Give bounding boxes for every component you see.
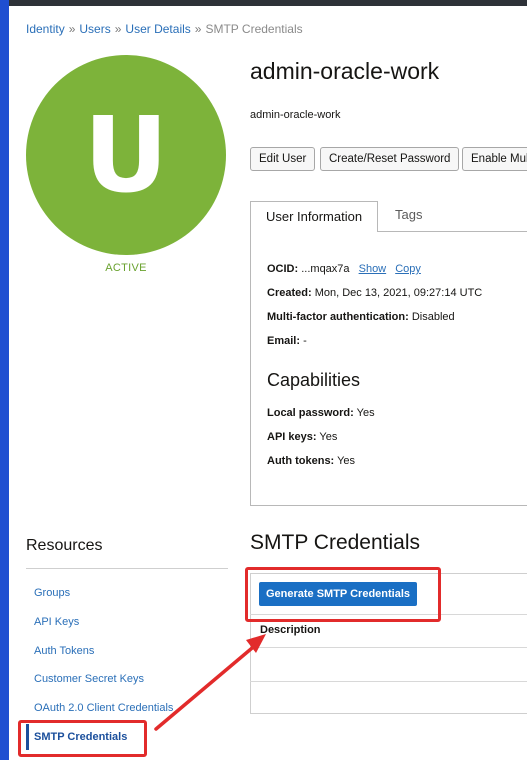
highlight-smtp-menu-item xyxy=(18,720,147,757)
auth-tokens-label: Auth tokens: xyxy=(267,455,335,467)
api-keys-label: API keys: xyxy=(267,431,317,443)
breadcrumb-current: SMTP Credentials xyxy=(205,22,303,36)
resource-link-groups[interactable]: Groups xyxy=(34,587,70,599)
column-header-description[interactable]: Description xyxy=(260,624,321,636)
resource-link-customer-secret-keys[interactable]: Customer Secret Keys xyxy=(34,673,144,685)
api-keys-value: Yes xyxy=(319,431,338,443)
email-label: Email: xyxy=(267,335,301,347)
breadcrumb: Identity» Users» User Details» SMTP Credent… xyxy=(26,22,303,36)
capabilities-heading: Capabilities xyxy=(267,370,361,390)
top-bar xyxy=(0,0,527,6)
window-edge xyxy=(0,0,9,760)
mfa-row: Multi-factor authentication: Disabled xyxy=(267,311,455,323)
detail-tabs: User Information Tags xyxy=(250,201,527,232)
mfa-label: Multi-factor authentication: xyxy=(267,311,409,323)
user-description: admin-oracle-work xyxy=(250,109,341,121)
local-password-row: Local password: Yes xyxy=(267,407,375,419)
created-label: Created: xyxy=(267,287,312,299)
api-keys-row: API keys: Yes xyxy=(267,431,337,443)
local-password-value: Yes xyxy=(356,407,375,419)
created-row: Created: Mon, Dec 13, 2021, 09:27:14 UTC xyxy=(267,287,482,299)
breadcrumb-identity[interactable]: Identity xyxy=(26,22,65,36)
ocid-copy-link[interactable]: Copy xyxy=(395,263,421,275)
page-title: admin-oracle-work xyxy=(250,58,440,84)
local-password-label: Local password: xyxy=(267,407,354,419)
resource-link-auth-tokens[interactable]: Auth Tokens xyxy=(34,645,94,657)
create-reset-password-button[interactable]: Create/Reset Password xyxy=(320,147,460,171)
auth-tokens-value: Yes xyxy=(337,455,356,467)
ocid-show-link[interactable]: Show xyxy=(359,263,387,275)
breadcrumb-separator: » xyxy=(114,22,122,36)
tab-tags[interactable]: Tags xyxy=(395,201,422,232)
resource-link-oauth-client-credentials[interactable]: OAuth 2.0 Client Credentials xyxy=(34,702,173,714)
resources-heading: Resources xyxy=(26,537,103,554)
created-value: Mon, Dec 13, 2021, 09:27:14 UTC xyxy=(314,287,483,299)
email-row: Email: - xyxy=(267,335,307,347)
email-value: - xyxy=(303,335,307,347)
user-avatar: U xyxy=(26,55,226,255)
auth-tokens-row: Auth tokens: Yes xyxy=(267,455,355,467)
resources-divider xyxy=(26,568,228,569)
table-row-divider xyxy=(250,681,527,682)
highlight-generate-button xyxy=(245,567,441,622)
breadcrumb-separator: » xyxy=(68,22,76,36)
breadcrumb-separator: » xyxy=(194,22,202,36)
ocid-value: ...mqax7a xyxy=(301,263,350,275)
tab-user-information[interactable]: User Information xyxy=(250,201,378,232)
smtp-section-title: SMTP Credentials xyxy=(250,531,421,554)
breadcrumb-users[interactable]: Users xyxy=(79,22,110,36)
ocid-label: OCID: xyxy=(267,263,299,275)
mfa-value: Disabled xyxy=(411,311,455,323)
table-header-divider xyxy=(250,647,527,648)
status-badge: ACTIVE xyxy=(105,262,147,274)
edit-user-button[interactable]: Edit User xyxy=(250,147,316,171)
resource-link-api-keys[interactable]: API Keys xyxy=(34,616,79,628)
ocid-row: OCID: ...mqax7a Show Copy xyxy=(267,263,421,275)
breadcrumb-user-details[interactable]: User Details xyxy=(125,22,190,36)
enable-mfa-button[interactable]: Enable Mul xyxy=(462,147,527,171)
